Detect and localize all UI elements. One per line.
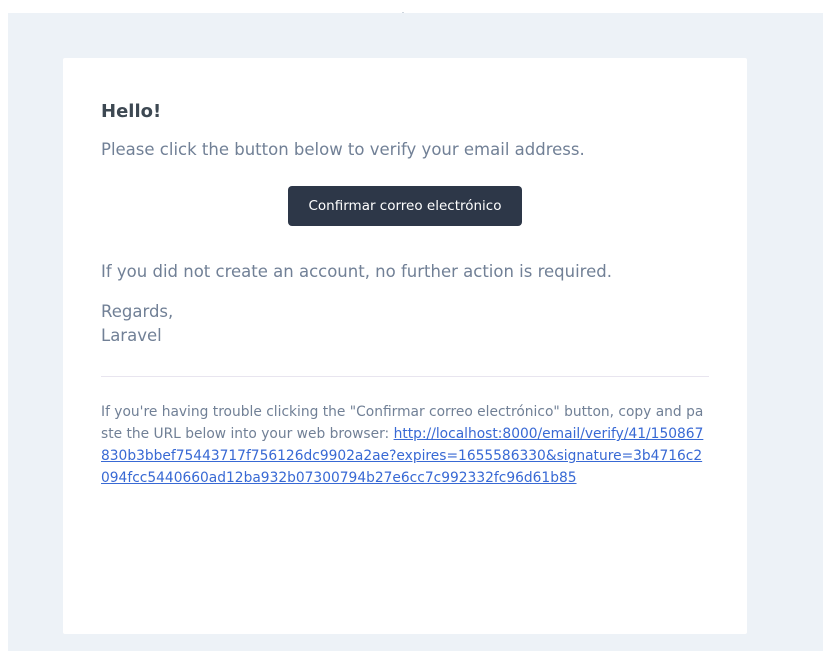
intro-line: Please click the button below to verify … (101, 140, 585, 159)
action-row: Confirmar correo electrónico (101, 186, 709, 226)
greeting-heading: Hello! (101, 101, 162, 122)
verify-email-button[interactable]: Confirmar correo electrónico (288, 186, 522, 226)
sender-name: Laravel (101, 326, 162, 345)
email-viewport: Hello! Please click the button below to … (8, 13, 823, 651)
salutation: Regards, (101, 302, 174, 321)
subcopy-paragraph: If you're having trouble clicking the "C… (101, 401, 709, 489)
email-card: Hello! Please click the button below to … (63, 58, 747, 634)
subcopy-divider (101, 376, 709, 377)
signature-block: Regards, Laravel (101, 300, 709, 348)
outro-line: If you did not create an account, no fur… (101, 262, 612, 281)
